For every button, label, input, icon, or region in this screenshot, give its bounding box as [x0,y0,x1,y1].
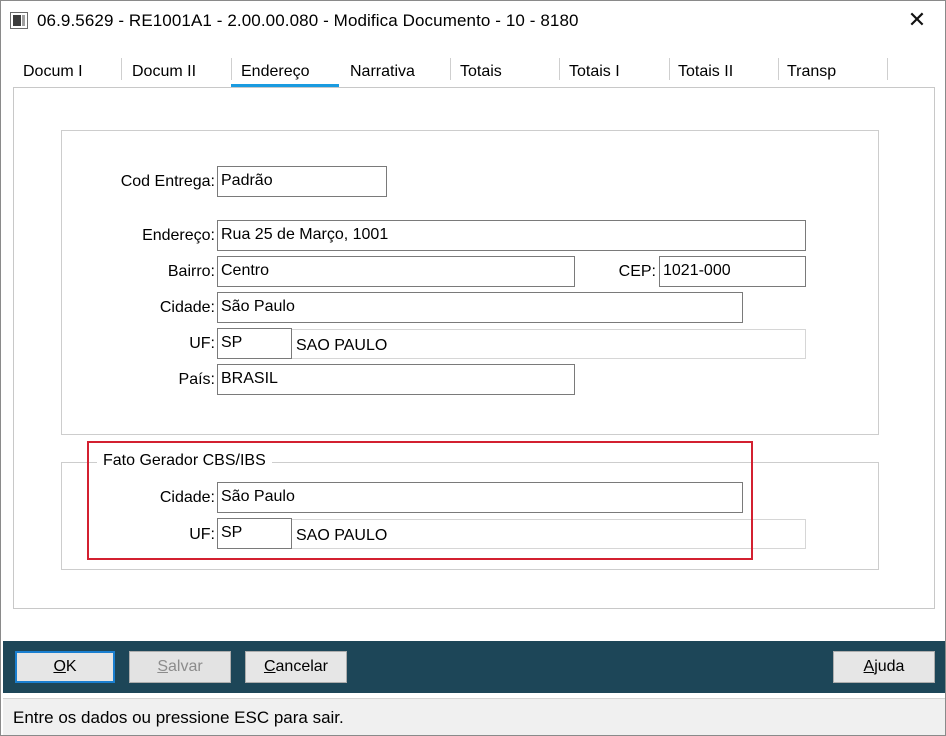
salvar-label-rest: alvar [167,658,203,675]
tab-narrativa[interactable]: Narrativa [340,57,415,87]
tab-separator [887,58,888,80]
tab-totais[interactable]: Totais [450,57,502,87]
tab-label: Docum II [132,63,197,80]
tab-label: Transp [787,63,837,80]
highlight-annotation [87,441,753,560]
tab-docum-ii[interactable]: Docum II [122,57,196,87]
uf-description-text: SAO PAULO [296,337,388,354]
cep-label: CEP: [618,263,656,280]
cep-field[interactable]: 1021-000 [659,256,806,287]
ajuda-mnemonic: A [863,658,875,675]
tab-endereco[interactable]: Endereço [231,57,339,88]
cancelar-button[interactable]: Cancelar [245,651,347,683]
tab-totais-ii[interactable]: Totais II [668,57,733,87]
endereco-label: Endereço: [142,227,215,244]
status-bar: Entre os dados ou pressione ESC para sai… [3,698,945,735]
close-icon[interactable]: ✕ [903,7,931,35]
title-bar[interactable]: 06.9.5629 - RE1001A1 - 2.00.00.080 - Mod… [1,1,945,41]
window-title: 06.9.5629 - RE1001A1 - 2.00.00.080 - Mod… [37,11,579,30]
uf-field[interactable]: SP [217,328,292,359]
ajuda-button[interactable]: Ajuda [833,651,935,683]
salvar-mnemonic: S [157,658,168,675]
cidade-label: Cidade: [159,299,215,316]
cancelar-mnemonic: C [263,658,276,675]
cod-entrega-label: Cod Entrega: [120,173,215,190]
uf-description: SAO PAULO [289,329,806,359]
tab-transp[interactable]: Transp [777,57,836,87]
tab-docum-i[interactable]: Docum I [13,57,83,87]
cancelar-label-rest: ancelar [275,658,329,675]
tab-strip: Docum I Docum II Endereço Narrativa Tota… [13,51,935,89]
cidade-field[interactable]: São Paulo [217,292,743,323]
cod-entrega-field[interactable]: Padrão [217,166,387,197]
ok-mnemonic: O [53,658,66,675]
tab-label: Totais II [678,63,734,80]
tab-label: Narrativa [350,63,415,80]
tab-totais-i[interactable]: Totais I [559,57,620,87]
pais-field[interactable]: BRASIL [217,364,575,395]
status-message: Entre os dados ou pressione ESC para sai… [13,708,344,727]
salvar-button[interactable]: Salvar [129,651,231,683]
app-window-icon [10,12,28,29]
pais-label: País: [178,371,215,388]
tab-label: Totais I [569,63,620,80]
tab-label: Endereço [241,63,310,80]
tab-label: Docum I [23,63,83,80]
endereco-field[interactable]: Rua 25 de Março, 1001 [217,220,806,251]
ajuda-label-rest: juda [874,658,905,675]
tab-label: Totais [460,63,502,80]
bairro-label: Bairro: [167,263,215,280]
ok-label-rest: K [65,658,77,675]
bairro-field[interactable]: Centro [217,256,575,287]
dialog-window: 06.9.5629 - RE1001A1 - 2.00.00.080 - Mod… [0,0,946,736]
uf-label: UF: [189,335,215,352]
button-bar: OK Salvar Cancelar Ajuda [3,641,945,693]
ok-button[interactable]: OK [15,651,115,683]
